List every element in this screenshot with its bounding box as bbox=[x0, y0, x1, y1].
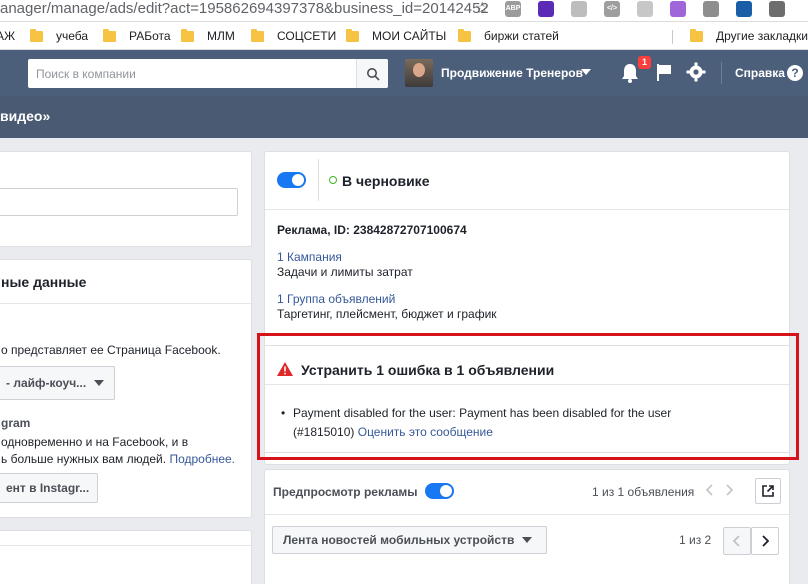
folder-icon bbox=[346, 28, 359, 42]
folder-icon bbox=[251, 28, 264, 42]
preview-toggle[interactable] bbox=[425, 483, 454, 499]
url-text[interactable]: anager/manage/ads/edit?act=1958626943973… bbox=[0, 0, 489, 17]
open-preview-button[interactable] bbox=[755, 478, 781, 504]
account-name[interactable]: Продвижение Тренеров bbox=[441, 66, 583, 80]
ad-name-input[interactable] bbox=[0, 188, 238, 216]
divider bbox=[265, 514, 789, 515]
error-message-1: Payment disabled for the user: Payment h… bbox=[293, 406, 672, 420]
identity-title: ные данные bbox=[1, 274, 87, 290]
ad-status-text: В черновике bbox=[342, 173, 430, 189]
campaign-header: видео» bbox=[0, 96, 808, 138]
bullet: • bbox=[281, 406, 286, 420]
external-link-icon bbox=[762, 485, 774, 497]
save-icon[interactable] bbox=[736, 1, 752, 17]
abp-icon[interactable]: ABP bbox=[505, 1, 521, 17]
camera-icon[interactable] bbox=[571, 1, 587, 17]
preview-count: 1 из 1 объявления bbox=[592, 485, 695, 499]
bookmark-separator bbox=[672, 30, 673, 44]
browser-url-bar[interactable]: anager/manage/ads/edit?act=1958626943973… bbox=[0, 0, 808, 22]
bookmark-item[interactable]: АЖ bbox=[0, 29, 15, 43]
instagram-desc-1: одновременно и на Facebook, и в bbox=[1, 435, 189, 449]
error-message-2: (#1815010) Оценить это сообщение bbox=[293, 425, 493, 439]
page-icon[interactable] bbox=[703, 1, 719, 17]
bookmark-folder[interactable]: МОИ САЙТЫ bbox=[346, 28, 446, 43]
prev-page-button[interactable] bbox=[723, 527, 751, 555]
divider bbox=[0, 303, 253, 304]
facebook-page-select[interactable]: - лайф-коуч... bbox=[0, 366, 115, 400]
layers-icon[interactable] bbox=[538, 1, 554, 17]
chevron-down-icon[interactable] bbox=[581, 69, 591, 75]
help-icon[interactable]: ? bbox=[787, 65, 803, 81]
bookmark-star-icon[interactable]: ☆ bbox=[475, 0, 489, 17]
folder-icon bbox=[103, 28, 116, 42]
divider bbox=[318, 159, 319, 201]
search-icon bbox=[366, 67, 380, 81]
campaign-desc: Задачи и лимиты затрат bbox=[277, 265, 413, 279]
chevron-right-icon bbox=[762, 535, 770, 547]
chevron-down-icon bbox=[94, 380, 105, 386]
chevron-down-icon bbox=[522, 537, 533, 543]
bookmark-folder-other[interactable]: Другие закладки bbox=[690, 28, 808, 43]
page-indicator: 1 из 2 bbox=[679, 533, 712, 547]
adset-link[interactable]: 1 Группа объявлений bbox=[277, 292, 395, 306]
facebook-top-bar: Продвижение Тренеров 1 Справка ? bbox=[0, 50, 808, 96]
chevron-right-icon[interactable] bbox=[723, 483, 735, 497]
globe-icon[interactable] bbox=[637, 1, 653, 17]
left-name-card bbox=[0, 151, 252, 247]
divider bbox=[265, 209, 789, 210]
preview-label: Предпросмотр рекламы bbox=[273, 485, 418, 499]
bar-separator bbox=[721, 62, 722, 84]
search-button[interactable] bbox=[356, 59, 388, 88]
bookmark-folder[interactable]: биржи статей bbox=[458, 28, 559, 43]
bookmark-folder[interactable]: МЛМ bbox=[181, 28, 235, 43]
notification-badge: 1 bbox=[638, 56, 651, 69]
identity-card: ные данные о представляет ее Страница Fa… bbox=[0, 259, 253, 518]
flag-icon[interactable] bbox=[655, 62, 673, 82]
feather-icon[interactable] bbox=[670, 1, 686, 17]
company-search bbox=[28, 59, 388, 88]
campaign-link[interactable]: 1 Кампания bbox=[277, 250, 342, 264]
page-represents-text: о представляет ее Страница Facebook. bbox=[1, 343, 221, 357]
folder-icon bbox=[181, 28, 194, 42]
instagram-title: gram bbox=[1, 416, 31, 430]
bookmark-folder[interactable]: РАБота bbox=[103, 28, 171, 43]
help-link[interactable]: Справка bbox=[735, 66, 785, 80]
campaign-title: видео» bbox=[0, 108, 51, 124]
folder-icon bbox=[690, 28, 703, 42]
learn-more-link[interactable]: Подробнее. bbox=[169, 452, 235, 466]
bookmarks-bar: АЖ учеба РАБота МЛМ СОЦСЕТИ МОИ САЙТЫ би… bbox=[0, 22, 808, 50]
bell-icon[interactable] bbox=[620, 62, 640, 84]
gear-icon[interactable] bbox=[686, 62, 706, 82]
left-bottom-card bbox=[0, 530, 253, 584]
placement-select[interactable]: Лента новостей мобильных устройств bbox=[272, 526, 547, 554]
avatar[interactable] bbox=[405, 59, 433, 87]
divider bbox=[0, 545, 253, 546]
error-highlight-frame bbox=[257, 333, 799, 460]
status-dot-icon bbox=[329, 176, 337, 184]
bookmark-folder[interactable]: СОЦСЕТИ bbox=[251, 28, 336, 43]
bookmark-folder[interactable]: учеба bbox=[30, 28, 88, 43]
puzzle-icon[interactable] bbox=[769, 1, 785, 17]
chevron-left-icon[interactable] bbox=[704, 483, 716, 497]
chevron-left-icon bbox=[732, 535, 740, 547]
next-page-button[interactable] bbox=[751, 527, 779, 555]
error-title: Устранить 1 ошибка в 1 объявлении bbox=[301, 362, 555, 378]
rate-message-link[interactable]: Оценить это сообщение bbox=[358, 425, 493, 439]
instagram-desc-2: ь больше нужных вам людей. Подробнее. bbox=[1, 452, 236, 466]
ad-active-toggle[interactable] bbox=[277, 172, 306, 188]
code-icon[interactable]: </> bbox=[604, 1, 620, 17]
folder-icon bbox=[458, 28, 471, 42]
adset-desc: Таргетинг, плейсмент, бюджет и график bbox=[277, 307, 497, 321]
search-input[interactable] bbox=[28, 59, 356, 88]
warning-icon bbox=[277, 362, 293, 376]
instagram-account-button[interactable]: ент в Instagr... bbox=[0, 473, 98, 503]
folder-icon bbox=[30, 28, 43, 42]
ad-id-label: Реклама, ID: 23842872707100674 bbox=[277, 223, 467, 237]
